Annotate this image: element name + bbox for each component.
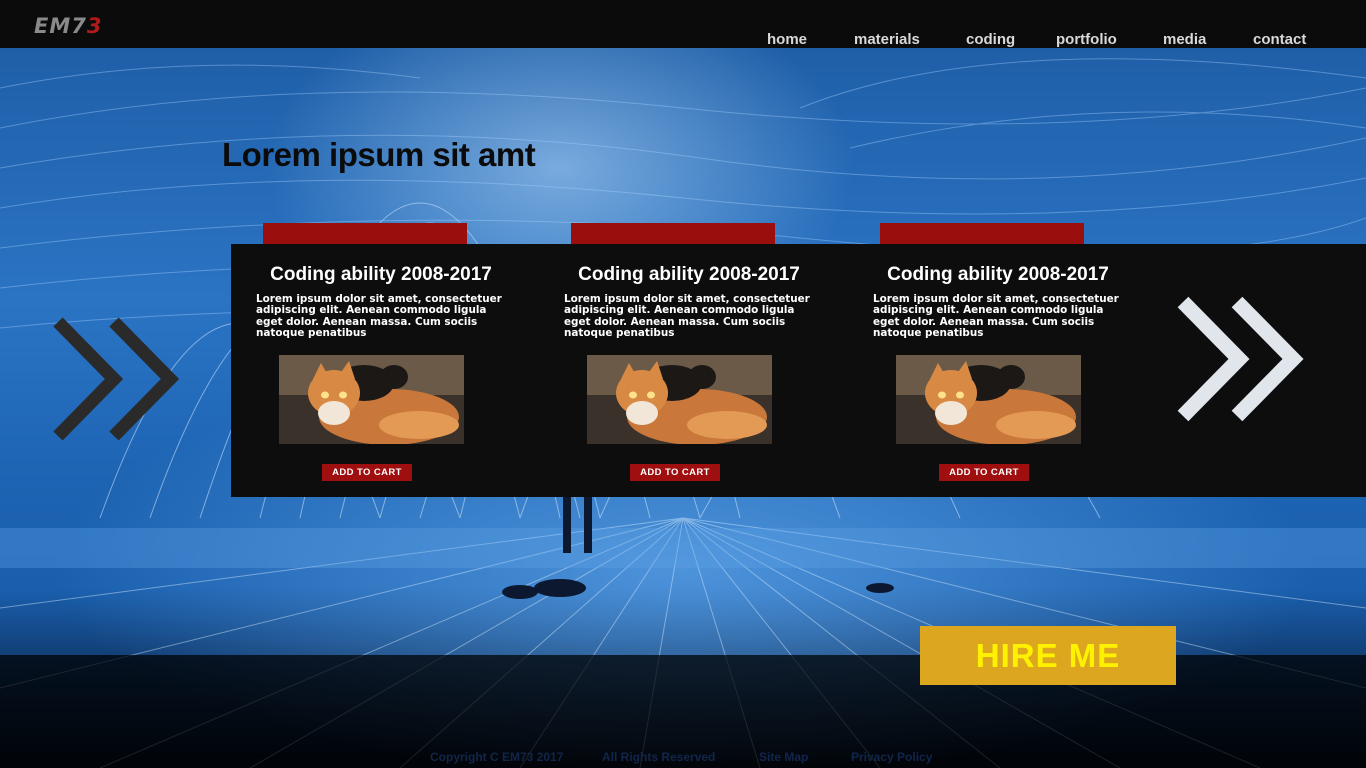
nav-materials[interactable]: materials: [854, 31, 920, 49]
kittens-photo: [587, 355, 772, 444]
card-title: Coding ability 2008-2017: [887, 264, 1109, 285]
card-description: Lorem ipsum dolor sit amet, consectetuer…: [564, 293, 810, 339]
nav-contact[interactable]: contact: [1253, 31, 1306, 49]
add-to-cart-button[interactable]: ADD TO CART: [939, 464, 1029, 481]
footer-sitemap-link[interactable]: Site Map: [759, 749, 808, 765]
em73-logo[interactable]: EM73: [34, 16, 102, 37]
carousel-prev-button[interactable]: [52, 316, 182, 442]
card-description: Lorem ipsum dolor sit amet, consectetuer…: [873, 293, 1119, 339]
card-tab: [571, 223, 775, 244]
logo-text: EM7: [34, 14, 87, 38]
nav-home[interactable]: home: [767, 31, 807, 49]
nav-portfolio[interactable]: portfolio: [1056, 31, 1117, 49]
add-to-cart-button[interactable]: ADD TO CART: [630, 464, 720, 481]
product-card: Coding ability 2008-2017 Lorem ipsum dol…: [848, 244, 1128, 497]
footer-rights: All Rights Reserved: [602, 750, 716, 764]
card-tab: [880, 223, 1084, 244]
card-description: Lorem ipsum dolor sit amet, consectetuer…: [256, 293, 502, 339]
top-navbar: EM73 home materials coding portfolio med…: [0, 0, 1366, 48]
carousel-next-button[interactable]: [1175, 296, 1305, 422]
footer-privacy-link[interactable]: Privacy Policy: [851, 749, 932, 765]
add-to-cart-button[interactable]: ADD TO CART: [322, 464, 412, 481]
card-title: Coding ability 2008-2017: [578, 264, 800, 285]
nav-coding[interactable]: coding: [966, 31, 1015, 49]
product-card: Coding ability 2008-2017 Lorem ipsum dol…: [539, 244, 819, 497]
card-title: Coding ability 2008-2017: [270, 264, 492, 285]
hire-me-button[interactable]: HIRE ME: [920, 626, 1176, 685]
kittens-photo: [896, 355, 1081, 444]
logo-text-accent: 3: [86, 14, 103, 38]
double-chevron-icon: [53, 317, 180, 441]
kittens-photo: [279, 355, 464, 444]
footer-copyright: Copyright C EM73 2017: [430, 750, 564, 764]
double-chevron-right-icon: [1177, 296, 1304, 422]
hero-headline: Lorem ipsum sit amt: [222, 136, 536, 173]
card-tab: [263, 223, 467, 244]
nav-media[interactable]: media: [1163, 31, 1206, 49]
product-card: Coding ability 2008-2017 Lorem ipsum dol…: [231, 244, 511, 497]
